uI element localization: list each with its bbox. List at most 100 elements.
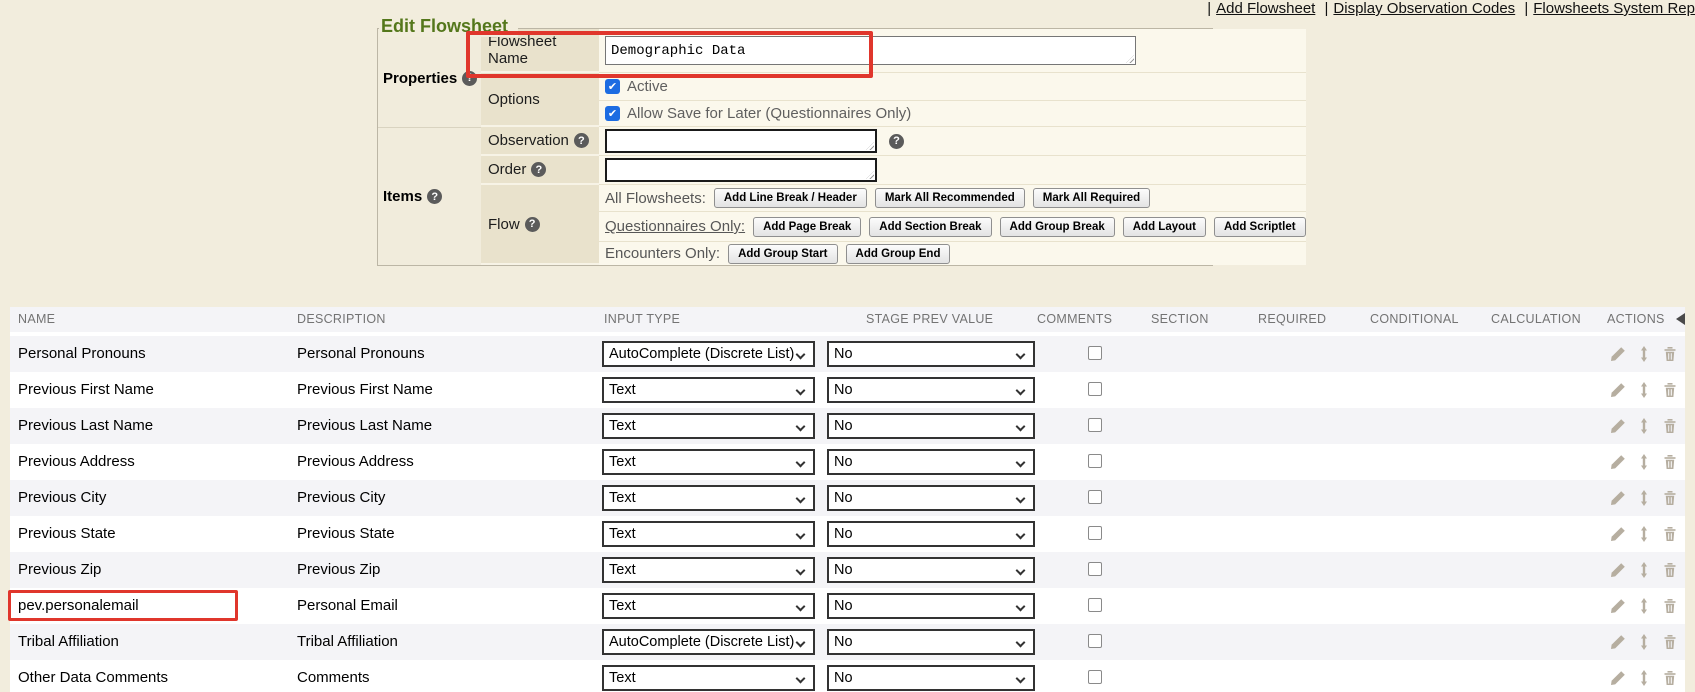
add-scriptlet-button[interactable]: Add Scriptlet	[1214, 217, 1306, 237]
input-type-select-value: Text	[609, 382, 636, 398]
stage-prev-value-select[interactable]: No	[827, 449, 1035, 475]
input-type-select[interactable]: Text	[602, 557, 815, 583]
stage-prev-value-select-value: No	[834, 418, 853, 434]
chevron-down-icon	[1016, 386, 1026, 396]
add-group-break-button[interactable]: Add Group Break	[1000, 217, 1115, 237]
add-group-start-button[interactable]: Add Group Start	[728, 244, 837, 264]
mark-all-recommended-button[interactable]: Mark All Recommended	[875, 188, 1025, 208]
comments-checkbox[interactable]	[1088, 562, 1102, 576]
edit-icon[interactable]	[1610, 670, 1626, 686]
input-type-select[interactable]: Text	[602, 377, 815, 403]
delete-icon[interactable]	[1662, 670, 1678, 686]
stage-prev-value-select[interactable]: No	[827, 341, 1035, 367]
stage-prev-value-select[interactable]: No	[827, 377, 1035, 403]
delete-icon[interactable]	[1662, 490, 1678, 506]
observation-help-icon[interactable]: ?	[574, 133, 589, 148]
comments-checkbox[interactable]	[1088, 526, 1102, 540]
delete-icon[interactable]	[1662, 562, 1678, 578]
delete-icon[interactable]	[1662, 454, 1678, 470]
move-icon[interactable]	[1636, 346, 1652, 362]
display-observation-codes-link[interactable]: Display Observation Codes	[1333, 0, 1515, 17]
input-type-select-value: Text	[609, 454, 636, 470]
input-type-select[interactable]: Text	[602, 593, 815, 619]
stage-prev-value-select[interactable]: No	[827, 593, 1035, 619]
items-help-icon[interactable]: ?	[427, 189, 442, 204]
column-header-required: REQUIRED	[1258, 312, 1326, 326]
delete-icon[interactable]	[1662, 382, 1678, 398]
move-icon[interactable]	[1636, 598, 1652, 614]
input-type-select[interactable]: Text	[602, 413, 815, 439]
comments-checkbox[interactable]	[1088, 454, 1102, 468]
delete-icon[interactable]	[1662, 418, 1678, 434]
stage-prev-value-select[interactable]: No	[827, 557, 1035, 583]
add-group-end-button[interactable]: Add Group End	[846, 244, 951, 264]
resize-grip-icon[interactable]	[866, 171, 874, 179]
allow-save-for-later-checkbox[interactable]: ✔	[605, 106, 620, 121]
add-flowsheet-link[interactable]: Add Flowsheet	[1216, 0, 1315, 17]
item-description: Previous City	[297, 489, 385, 506]
active-checkbox[interactable]: ✔	[605, 79, 620, 94]
stage-prev-value-select[interactable]: No	[827, 665, 1035, 691]
left-arrow-icon[interactable]	[1676, 313, 1685, 325]
edit-icon[interactable]	[1610, 346, 1626, 362]
input-type-select[interactable]: Text	[602, 665, 815, 691]
top-nav-links: |Add Flowsheet |Display Observation Code…	[1202, 0, 1695, 16]
input-type-select[interactable]: AutoComplete (Discrete List)	[602, 629, 815, 655]
comments-checkbox[interactable]	[1088, 598, 1102, 612]
edit-icon[interactable]	[1610, 418, 1626, 434]
edit-icon[interactable]	[1610, 382, 1626, 398]
comments-checkbox[interactable]	[1088, 418, 1102, 432]
stage-prev-value-select[interactable]: No	[827, 413, 1035, 439]
column-header-conditional: CONDITIONAL	[1370, 312, 1459, 326]
column-header-input-type: INPUT TYPE	[604, 312, 680, 326]
stage-prev-value-select[interactable]: No	[827, 521, 1035, 547]
comments-checkbox[interactable]	[1088, 346, 1102, 360]
move-icon[interactable]	[1636, 418, 1652, 434]
input-type-select[interactable]: AutoComplete (Discrete List)	[602, 341, 815, 367]
move-icon[interactable]	[1636, 382, 1652, 398]
active-checkbox-label: Active	[627, 78, 668, 95]
add-line-break-header-button[interactable]: Add Line Break / Header	[714, 188, 867, 208]
comments-checkbox[interactable]	[1088, 382, 1102, 396]
observation-input[interactable]	[605, 129, 877, 153]
add-page-break-button[interactable]: Add Page Break	[753, 217, 861, 237]
stage-prev-value-select[interactable]: No	[827, 485, 1035, 511]
comments-checkbox[interactable]	[1088, 670, 1102, 684]
stage-prev-value-select[interactable]: No	[827, 629, 1035, 655]
move-icon[interactable]	[1636, 490, 1652, 506]
flowsheets-system-report-link[interactable]: Flowsheets System Rep	[1533, 0, 1695, 17]
resize-grip-icon[interactable]	[1126, 55, 1134, 63]
add-section-break-button[interactable]: Add Section Break	[869, 217, 991, 237]
input-type-select-value: Text	[609, 670, 636, 686]
properties-help-icon[interactable]: ?	[462, 71, 477, 86]
order-help-icon[interactable]: ?	[531, 162, 546, 177]
comments-checkbox[interactable]	[1088, 490, 1102, 504]
input-type-select[interactable]: Text	[602, 521, 815, 547]
move-icon[interactable]	[1636, 454, 1652, 470]
edit-icon[interactable]	[1610, 598, 1626, 614]
edit-icon[interactable]	[1610, 454, 1626, 470]
comments-checkbox[interactable]	[1088, 634, 1102, 648]
delete-icon[interactable]	[1662, 598, 1678, 614]
input-type-select[interactable]: Text	[602, 485, 815, 511]
input-type-select[interactable]: Text	[602, 449, 815, 475]
move-icon[interactable]	[1636, 562, 1652, 578]
edit-icon[interactable]	[1610, 490, 1626, 506]
delete-icon[interactable]	[1662, 346, 1678, 362]
edit-icon[interactable]	[1610, 526, 1626, 542]
edit-icon[interactable]	[1610, 634, 1626, 650]
observation-value-help-icon[interactable]: ?	[889, 134, 904, 149]
add-layout-button[interactable]: Add Layout	[1123, 217, 1206, 237]
flowsheet-name-input[interactable]: Demographic Data	[605, 36, 1136, 65]
edit-icon[interactable]	[1610, 562, 1626, 578]
delete-icon[interactable]	[1662, 526, 1678, 542]
order-input[interactable]	[605, 158, 877, 182]
move-icon[interactable]	[1636, 670, 1652, 686]
mark-all-required-button[interactable]: Mark All Required	[1033, 188, 1150, 208]
flow-help-icon[interactable]: ?	[525, 217, 540, 232]
table-row: Previous Last NamePrevious Last NameText…	[10, 408, 1685, 444]
move-icon[interactable]	[1636, 634, 1652, 650]
delete-icon[interactable]	[1662, 634, 1678, 650]
resize-grip-icon[interactable]	[866, 142, 874, 150]
move-icon[interactable]	[1636, 526, 1652, 542]
